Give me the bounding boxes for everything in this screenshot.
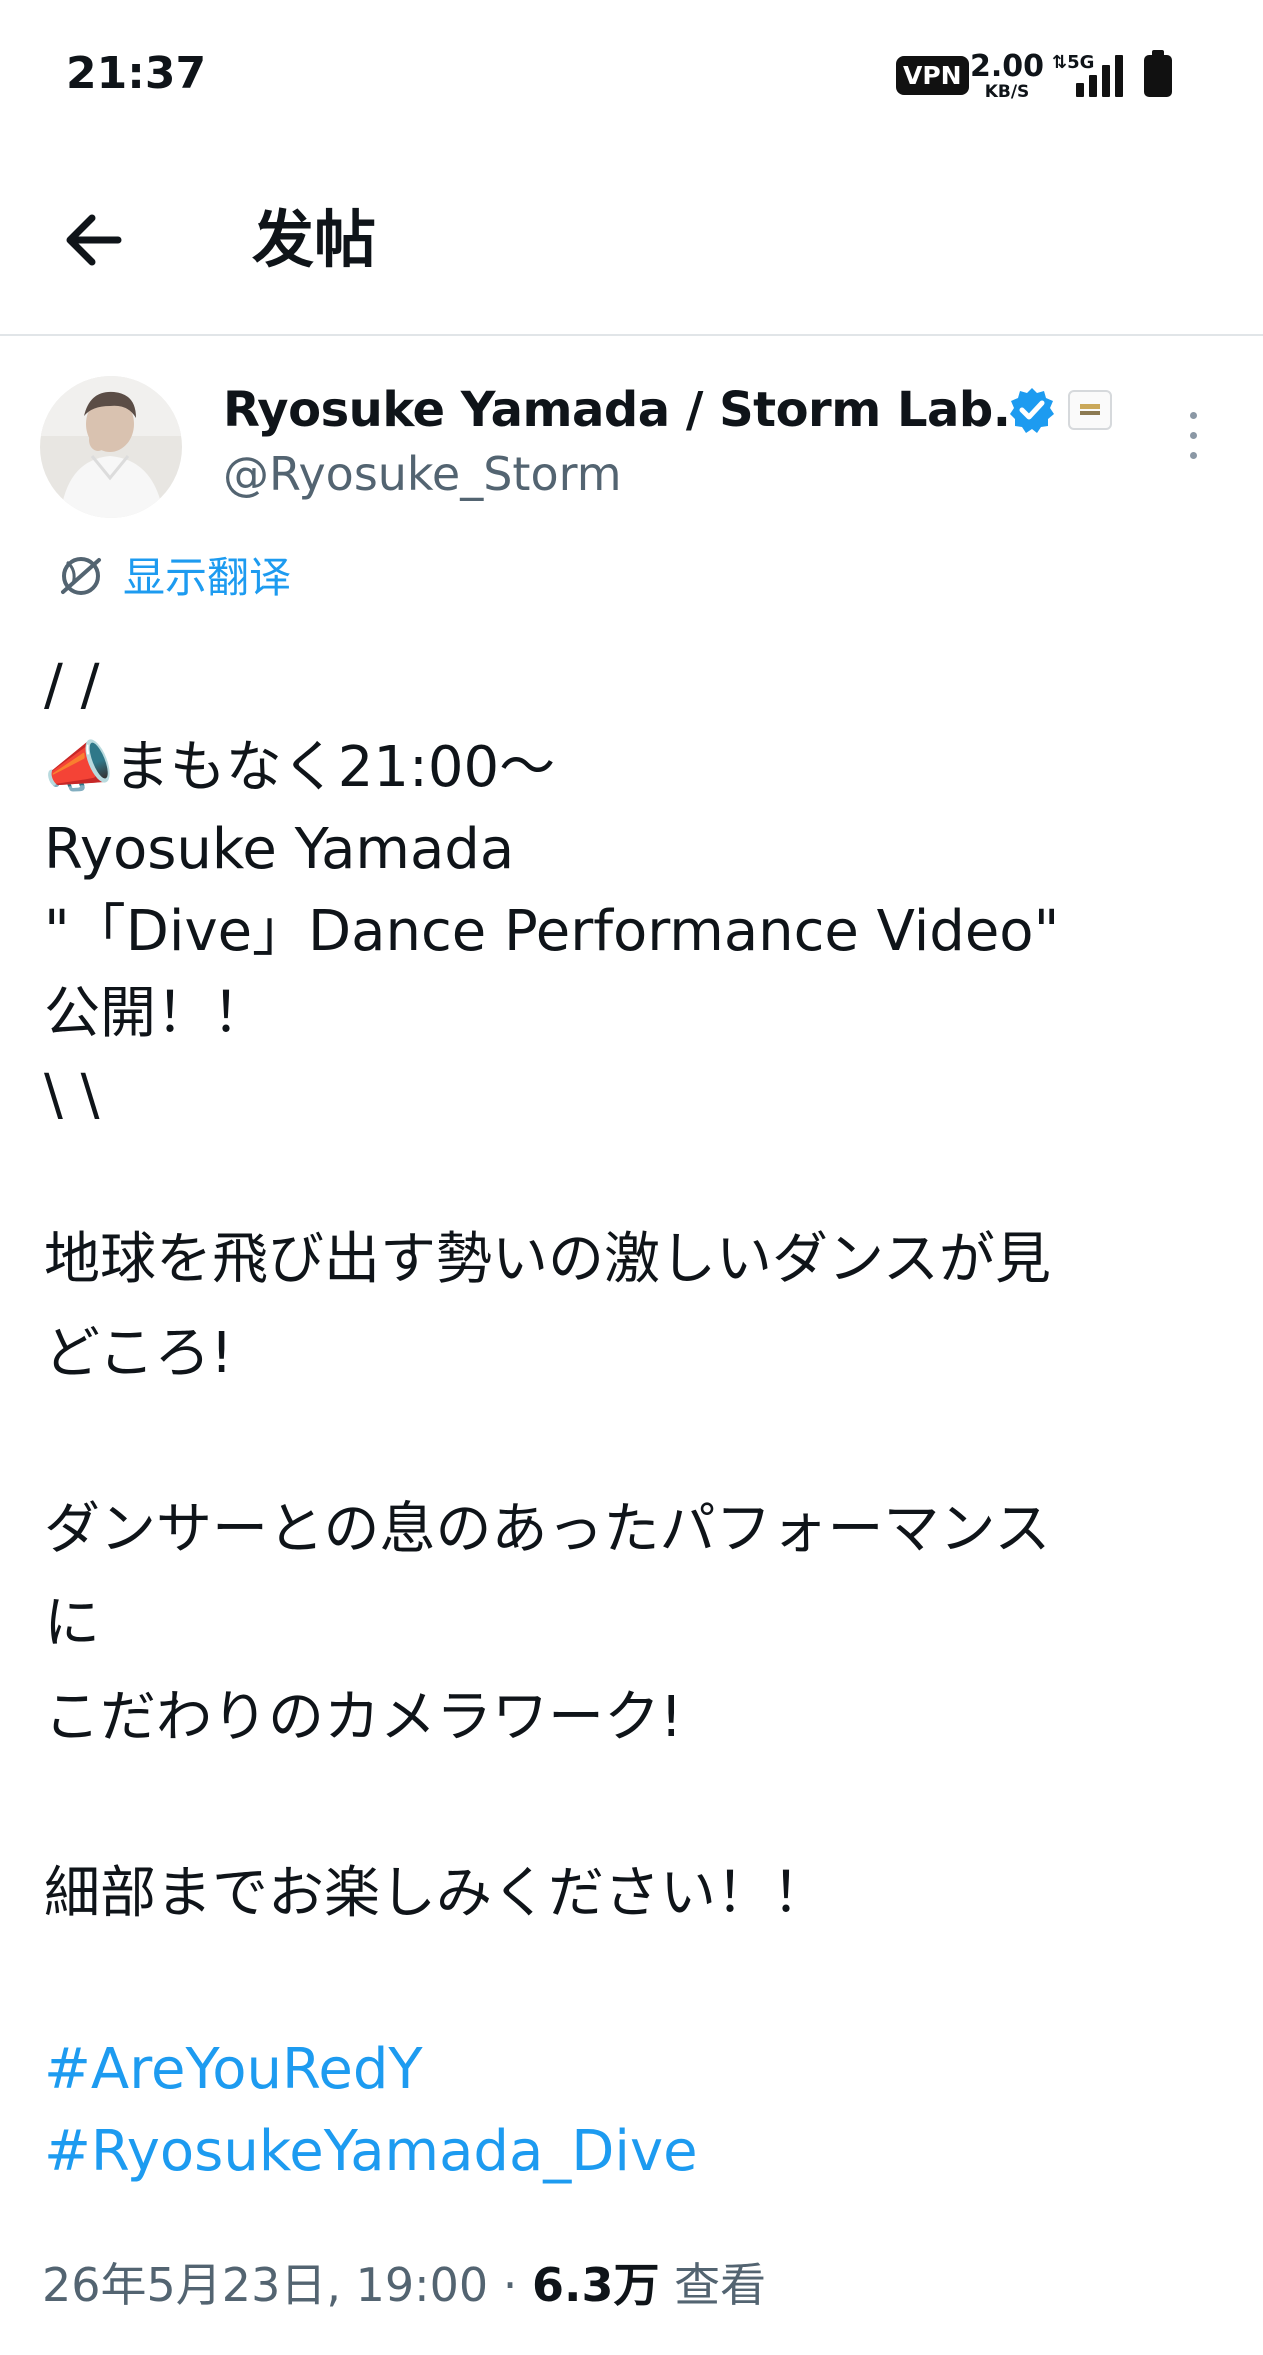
verified-badge-icon <box>1008 386 1056 434</box>
arrow-left-icon <box>66 214 122 266</box>
tweet-meta: 26年5月23日, 19:00 · 6.3万 查看 <box>42 2255 766 2315</box>
tweet-line: / / <box>44 653 100 718</box>
affiliate-badge-icon[interactable] <box>1068 390 1112 430</box>
network-speed: 2.00 KB/S <box>970 52 1044 101</box>
back-button[interactable] <box>58 202 134 278</box>
tweet-text: / / 📣まもなく21:00〜 Ryosuke Yamada "「Dive」Da… <box>44 645 1234 2193</box>
tweet-line: 細部までお楽しみください！！ <box>44 1861 828 1926</box>
avatar[interactable] <box>40 376 182 518</box>
speed-value: 2.00 <box>970 49 1045 84</box>
signal-icon <box>1076 55 1124 97</box>
tweet-line: 📣まもなく21:00〜 <box>44 735 556 800</box>
battery-icon <box>1144 50 1172 97</box>
status-time: 21:37 <box>66 48 207 99</box>
tweet-line: ダンサーとの息のあったパフォーマンス <box>44 1497 1051 1562</box>
tweet-line: に <box>44 1591 100 1656</box>
view-count: 6.3万 <box>532 2258 660 2312</box>
tweet-line: 地球を飛び出す勢いの激しいダンスが見 <box>44 1227 1051 1292</box>
translate-globe-icon <box>61 557 101 595</box>
more-options-button[interactable] <box>1166 408 1220 462</box>
status-bar: 21:37 VPN 2.00 KB/S ⇅5G <box>0 0 1263 150</box>
speed-unit: KB/S <box>984 82 1030 102</box>
tweet-line: 公開！！ <box>44 981 268 1046</box>
show-translation-label: 显示翻译 <box>123 553 292 602</box>
tweet-timestamp[interactable]: 26年5月23日, 19:00 · <box>42 2258 532 2312</box>
views-label: 查看 <box>659 2258 767 2312</box>
hashtag-link[interactable]: #AreYouRedY <box>44 2029 1234 2111</box>
vpn-badge: VPN <box>896 56 969 95</box>
tweet-line: "「Dive」Dance Performance Video" <box>44 899 1060 964</box>
hashtag-link[interactable]: #RyosukeYamada_Dive <box>44 2111 1234 2193</box>
tweet-line: こだわりのカメラワーク! <box>44 1685 683 1750</box>
app-header: 发帖 <box>0 150 1263 336</box>
tweet-line: どころ! <box>44 1321 233 1386</box>
page-title: 发帖 <box>252 203 377 276</box>
tweet-line: Ryosuke Yamada <box>44 817 515 882</box>
avatar-image <box>40 376 182 518</box>
author-handle[interactable]: @Ryosuke_Storm <box>223 446 622 502</box>
tweet-line: \ \ <box>44 1063 100 1128</box>
author-name[interactable]: Ryosuke Yamada / Storm Lab... <box>223 380 1047 440</box>
